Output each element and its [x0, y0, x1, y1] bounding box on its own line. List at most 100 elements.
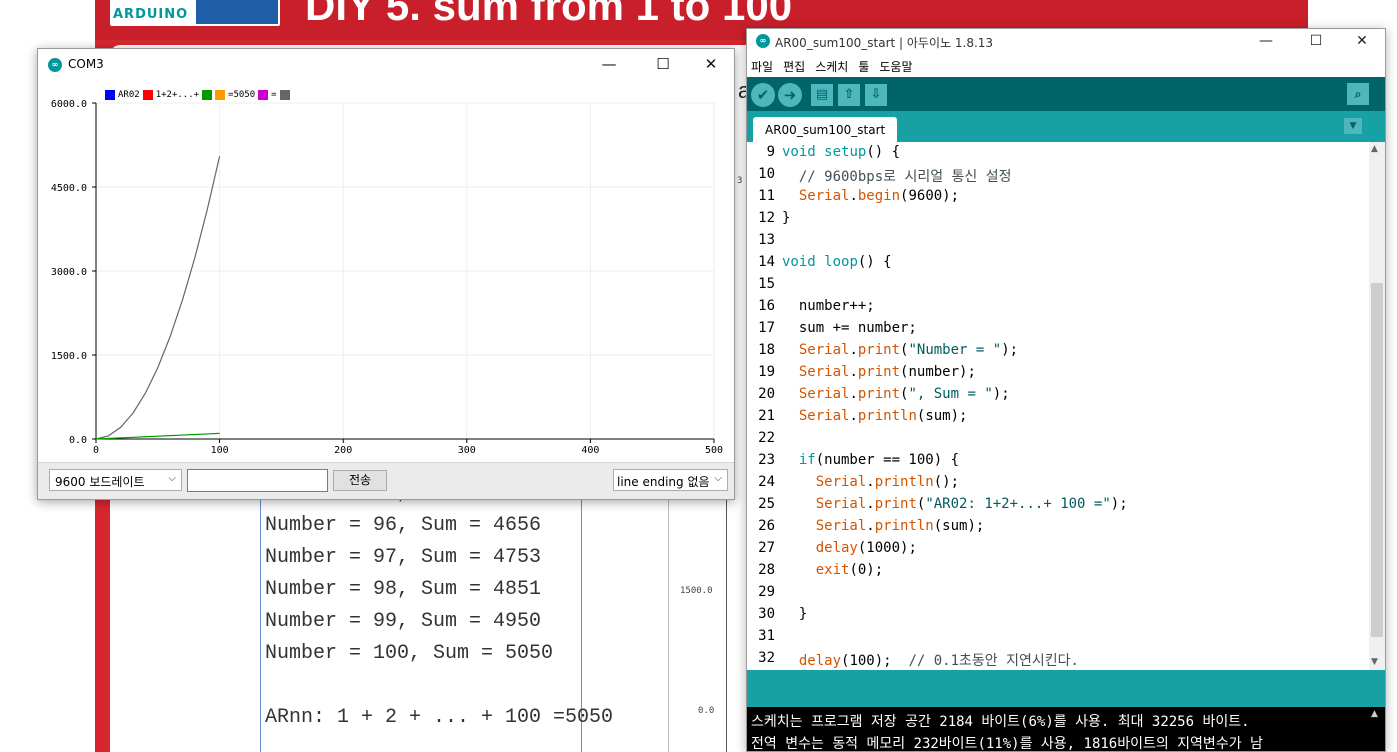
legend-label: =	[271, 90, 277, 100]
background-console-line: Number = 98, Sum = 4851	[265, 578, 542, 601]
menu-bar: 파일 편집 스케치 툴 도움말	[747, 55, 1385, 77]
send-button[interactable]: 전송	[333, 470, 387, 491]
x-tick-label: 400	[581, 445, 599, 456]
new-button[interactable]: ▤	[811, 84, 833, 106]
scroll-down-icon[interactable]: ▼	[1371, 657, 1378, 667]
legend-swatch	[202, 90, 213, 100]
minimize-button[interactable]: —	[586, 49, 632, 80]
console-scroll-up-icon[interactable]: ▲	[1371, 709, 1378, 719]
background-console-line: Number = 99, Sum = 4950	[265, 610, 542, 633]
code-line: }	[782, 210, 791, 226]
console-line: 전역 변수는 동적 메모리 232바이트(11%)를 사용, 1816바이트의 …	[751, 736, 1263, 752]
chart-legend: AR02 1+2+...+ =5050 =	[105, 89, 290, 101]
background-console-line: Number = 100, Sum = 5050	[265, 642, 554, 665]
series-line	[95, 432, 220, 440]
code-line: Serial.begin(9600);	[798, 188, 960, 204]
code-line: // 9600bps로 시리얼 통신 설정	[782, 169, 1012, 185]
line-number: 19	[758, 364, 775, 380]
line-ending-select[interactable]: line ending 없음 ⌵	[613, 469, 728, 491]
upload-button[interactable]: ➜	[778, 83, 802, 107]
tab-menu-button[interactable]: ▼	[1344, 118, 1362, 134]
send-input[interactable]	[187, 469, 328, 492]
legend-label: AR02	[118, 90, 140, 100]
save-button[interactable]: ⇩	[865, 84, 887, 106]
line-number: 14	[758, 254, 775, 270]
minimize-button[interactable]: —	[1243, 29, 1289, 53]
y-tick-label: 3000.0	[51, 267, 87, 278]
line-number: 18	[758, 342, 775, 358]
code-line: Serial.println(sum);	[815, 518, 985, 534]
verify-button[interactable]: ✔	[751, 83, 775, 107]
x-tick-label: 500	[705, 445, 723, 456]
code-line: number++;	[782, 298, 875, 314]
status-bar	[747, 670, 1385, 707]
code-line: exit(0);	[815, 562, 884, 578]
legend-swatch	[142, 90, 153, 100]
code-line: Serial.print("Number = ");	[798, 342, 1019, 358]
background-logo: ARDUINO	[113, 7, 189, 22]
line-ending-value: line ending 없음	[617, 475, 710, 489]
x-tick-label: 0	[93, 445, 99, 456]
scrollbar-thumb[interactable]	[1371, 283, 1383, 637]
line-number: 23	[758, 452, 775, 468]
legend-swatch	[279, 90, 290, 100]
menu-tools[interactable]: 툴	[858, 58, 869, 75]
close-button[interactable]: ✕	[1339, 29, 1385, 53]
code-line: }	[782, 606, 808, 622]
code-line: Serial.println(sum);	[798, 408, 968, 424]
console-line: 스케치는 프로그램 저장 공간 2184 바이트(6%)를 사용. 최대 322…	[751, 714, 1250, 730]
chart: 0 100 200 300 400 500 0.0 1500.0 3000.0 4500.0 600…	[51, 99, 723, 456]
tab-sketch[interactable]: AR00_sum100_start	[753, 117, 898, 142]
arduino-logo-icon: ∞	[756, 34, 770, 48]
line-number: 13	[758, 232, 775, 248]
plot-area: 0 100 200 300 400 500 0.0 1500.0 3000.0 4500.0 600…	[38, 80, 734, 462]
line-number: 26	[758, 518, 775, 534]
line-number: 24	[758, 474, 775, 490]
window-title: COM3	[68, 57, 104, 71]
background-console-line: Number = 96, Sum = 4656	[265, 514, 542, 537]
code-line: void setup() {	[782, 144, 901, 160]
background-board-image	[196, 0, 278, 24]
console-output: 스케치는 프로그램 저장 공간 2184 바이트(6%)를 사용. 최대 322…	[747, 707, 1385, 752]
line-number: 29	[758, 584, 775, 600]
arduino-logo-icon: ∞	[48, 58, 62, 72]
serial-plotter-titlebar[interactable]: ∞ COM3 — ☐ ✕	[38, 49, 734, 80]
background-plot-tick: 3	[737, 176, 743, 186]
line-number: 20	[758, 386, 775, 402]
maximize-button[interactable]: ☐	[640, 49, 686, 80]
y-tick-label: 0.0	[69, 435, 87, 446]
background-console-line: Number = 97, Sum = 4753	[265, 546, 542, 569]
line-number: 12	[758, 210, 775, 226]
serial-monitor-button[interactable]: ⌕	[1347, 83, 1369, 105]
code-line: Serial.print("AR02: 1+2+...+ 100 =");	[815, 496, 1128, 512]
open-button[interactable]: ⇧	[838, 84, 860, 106]
menu-help[interactable]: 도움말	[879, 58, 912, 75]
menu-edit[interactable]: 편집	[783, 58, 805, 75]
code-line: Serial.print(", Sum = ");	[798, 386, 1010, 402]
baud-rate-select[interactable]: 9600 보드레이트 ⌵	[49, 469, 182, 491]
y-tick-label: 6000.0	[51, 99, 87, 110]
line-number: 31	[758, 628, 775, 644]
background-slide-title: DIY 5. sum from 1 to 100	[305, 0, 793, 29]
code-lines: 9 void setup() {10 // 9600bps로 시리얼 통신 설정 1…	[747, 142, 1367, 670]
series-line	[95, 156, 221, 440]
code-line: Serial.println();	[815, 474, 960, 490]
code-line: if(number == 100) {	[798, 452, 960, 468]
line-number: 9	[766, 144, 775, 160]
background-plot-tick: 0.0	[698, 706, 715, 716]
close-button[interactable]: ✕	[688, 49, 734, 80]
scroll-up-icon[interactable]: ▲	[1371, 144, 1378, 154]
line-number: 17	[758, 320, 775, 336]
maximize-button[interactable]: ☐	[1293, 29, 1339, 53]
window-title: AR00_sum100_start | 아두이노 1.8.13	[775, 36, 994, 50]
line-number: 22	[758, 430, 775, 446]
line-number: 16	[758, 298, 775, 314]
menu-file[interactable]: 파일	[751, 58, 773, 75]
legend-label: 1+2+...+	[155, 90, 200, 100]
legend-swatch	[258, 90, 269, 100]
line-number: 28	[758, 562, 775, 578]
menu-sketch[interactable]: 스케치	[815, 58, 848, 75]
line-number: 32	[758, 650, 775, 666]
x-tick-label: 200	[334, 445, 352, 456]
x-tick-label: 100	[211, 445, 229, 456]
